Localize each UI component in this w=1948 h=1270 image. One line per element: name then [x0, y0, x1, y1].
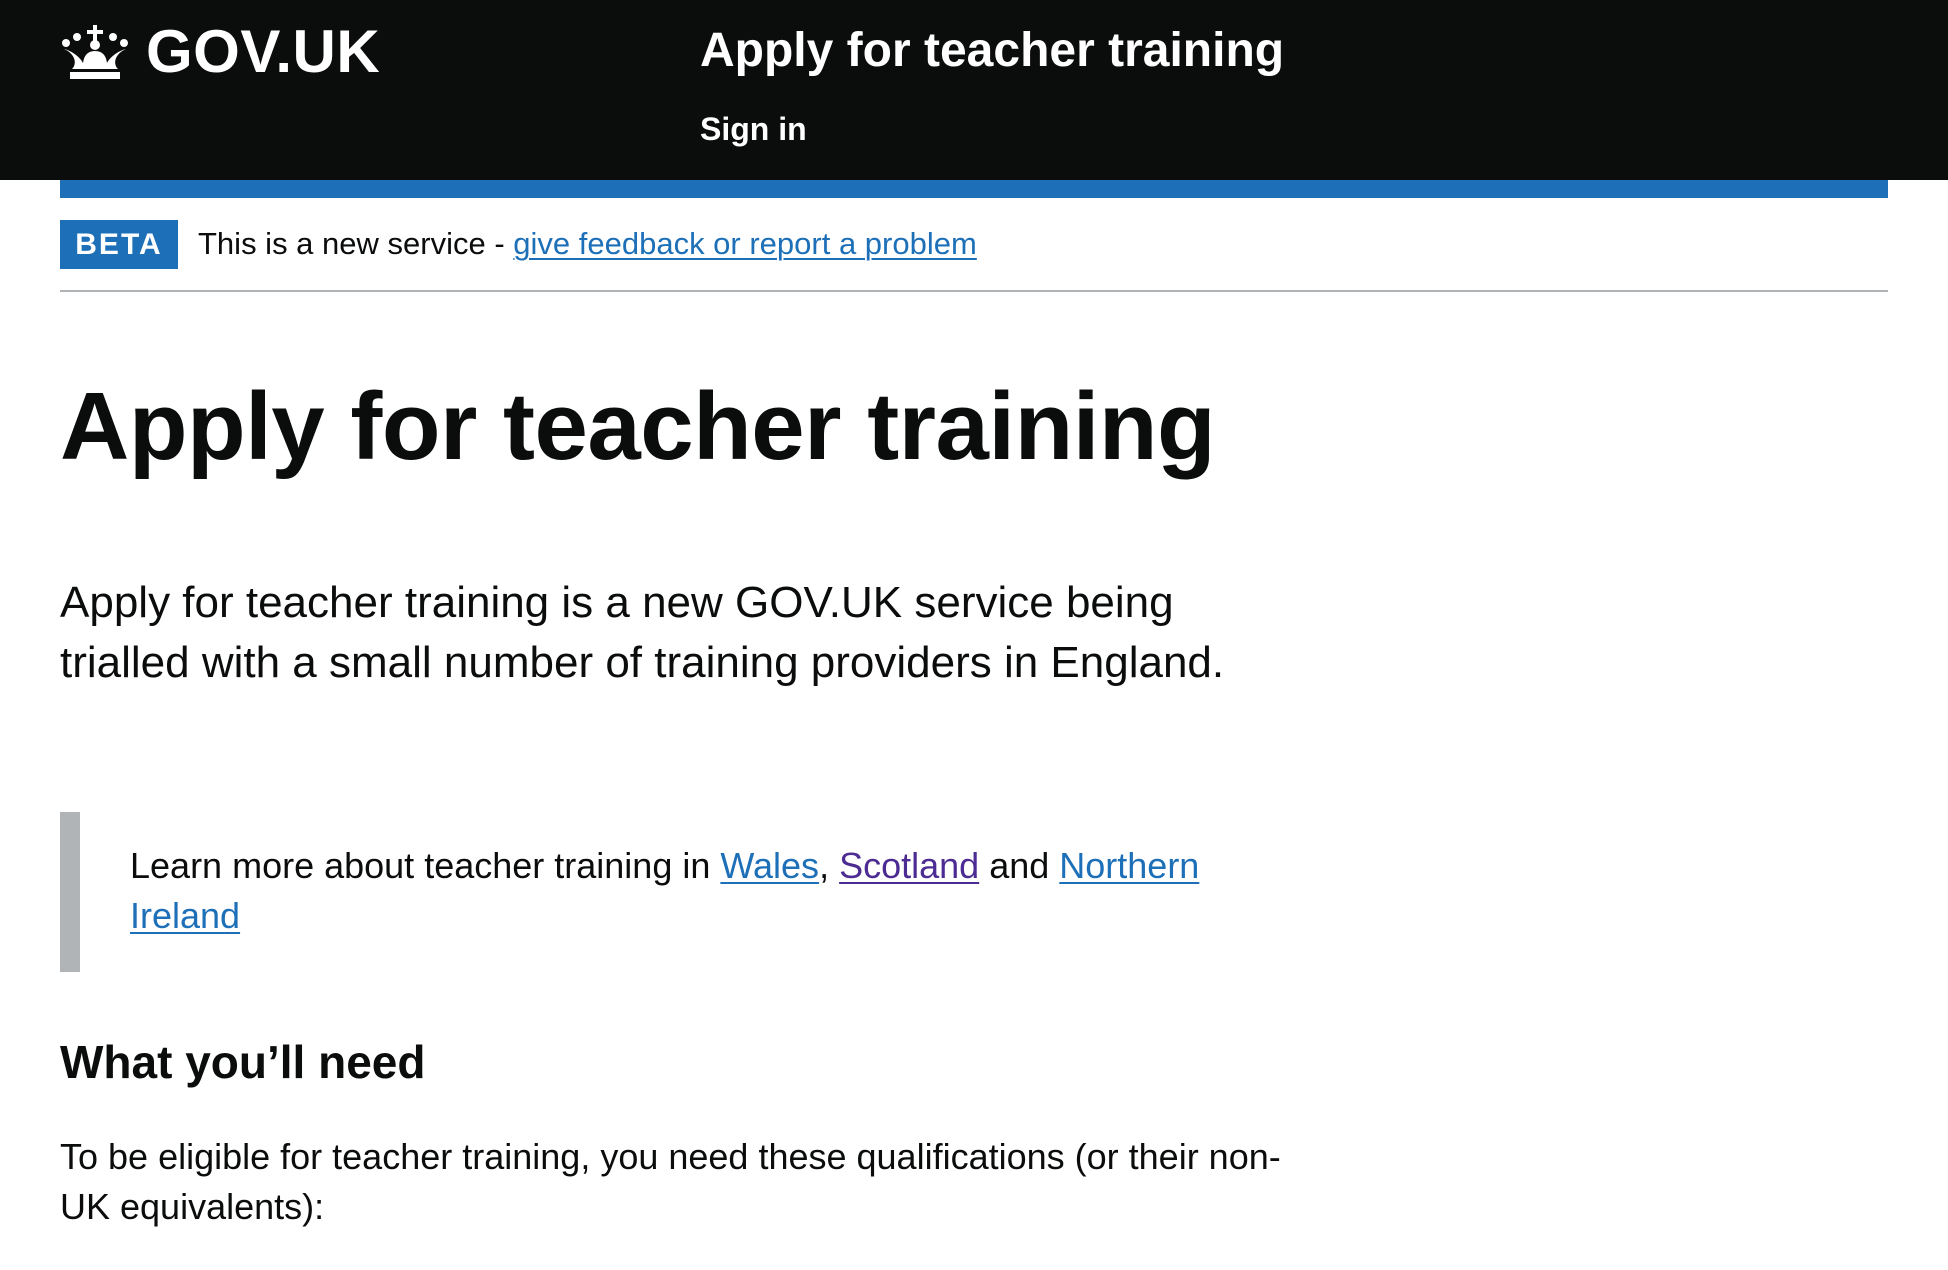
section-body: To be eligible for teacher training, you…: [60, 1136, 1281, 1227]
sign-in-link[interactable]: Sign in: [700, 108, 807, 150]
phase-banner: BETA This is a new service - give feedba…: [60, 220, 1888, 292]
header-blue-bar: [60, 180, 1888, 198]
page-title: Apply for teacher training: [60, 373, 1216, 480]
wales-link[interactable]: Wales: [720, 845, 819, 886]
beta-tag: BETA: [60, 220, 178, 269]
phase-banner-text: This is a new service - give feedback or…: [198, 224, 977, 264]
inset-text: Learn more about teacher training in Wal…: [60, 812, 1300, 972]
lead-paragraph: Apply for teacher training is a new GOV.…: [60, 578, 1225, 687]
service-name-link[interactable]: Apply for teacher training: [700, 22, 1284, 80]
feedback-link[interactable]: give feedback or report a problem: [513, 226, 977, 261]
phase-banner-message: This is a new service -: [198, 226, 514, 261]
inset-comma: ,: [819, 845, 840, 886]
section-heading: What you’ll need: [60, 1036, 426, 1088]
inset-and: and: [979, 845, 1060, 886]
govuk-logo-link[interactable]: GOV.UK: [60, 18, 380, 86]
site-header: GOV.UK Apply for teacher training Sign i…: [0, 0, 1948, 180]
crown-icon: [62, 25, 128, 79]
inset-prefix: Learn more about teacher training in: [130, 845, 721, 886]
inset-paragraph: Learn more about teacher training in Wal…: [130, 841, 1290, 941]
logo-text: GOV.UK: [146, 18, 381, 85]
scotland-link[interactable]: Scotland: [839, 845, 979, 886]
